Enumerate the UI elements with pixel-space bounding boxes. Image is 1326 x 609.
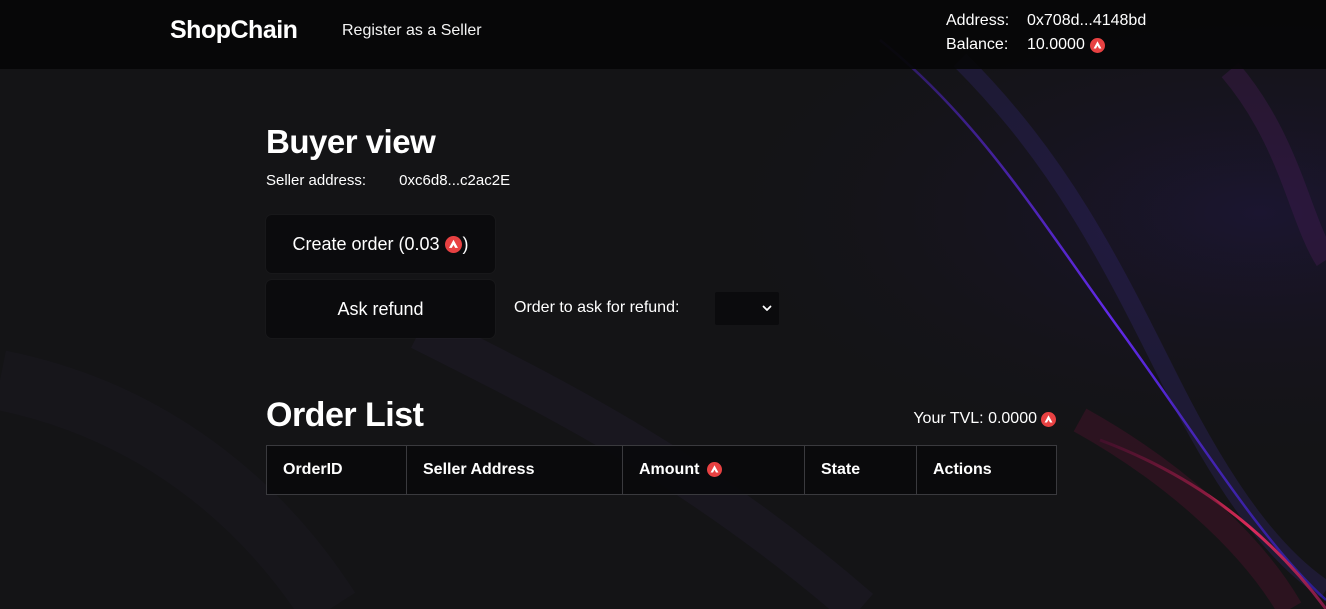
tvl-display: Your TVL: 0.0000 <box>913 410 1056 428</box>
order-list-title: Order List <box>266 396 424 434</box>
refund-order-label: Order to ask for refund: <box>514 299 680 316</box>
column-header-state: State <box>804 445 917 495</box>
column-header-amount: Amount <box>622 445 805 495</box>
main-content: Buyer view Seller address: 0xc6d8...c2ac… <box>266 0 1057 609</box>
ask-refund-label: Ask refund <box>337 298 424 319</box>
avalanche-icon <box>1041 411 1056 427</box>
create-order-suffix: ) <box>462 233 469 254</box>
column-header-seller-address: Seller Address <box>406 445 623 495</box>
avalanche-icon <box>707 462 723 478</box>
avalanche-icon <box>444 235 462 253</box>
create-order-button[interactable]: Create order (0.03 ) <box>266 215 495 273</box>
seller-address-value: 0xc6d8...c2ac2E <box>399 172 511 189</box>
column-header-orderid: OrderID <box>266 445 407 495</box>
column-header-amount-label: Amount <box>639 461 700 478</box>
seller-address-label: Seller address: <box>266 172 367 189</box>
create-order-label: Create order (0.03 <box>292 233 440 254</box>
tvl-label: Your TVL: 0.0000 <box>913 410 1037 427</box>
seller-address: Seller address: 0xc6d8...c2ac2E <box>266 172 510 189</box>
table-header-row: OrderID Seller Address Amount State Acti… <box>266 445 1057 495</box>
order-table: OrderID Seller Address Amount State Acti… <box>266 445 1057 495</box>
ask-refund-button[interactable]: Ask refund <box>266 280 495 338</box>
chevron-down-icon <box>762 305 772 311</box>
refund-order-select[interactable] <box>715 292 779 325</box>
buyer-view-title: Buyer view <box>266 123 436 160</box>
column-header-actions: Actions <box>916 445 1057 495</box>
avalanche-icon <box>1089 37 1105 53</box>
